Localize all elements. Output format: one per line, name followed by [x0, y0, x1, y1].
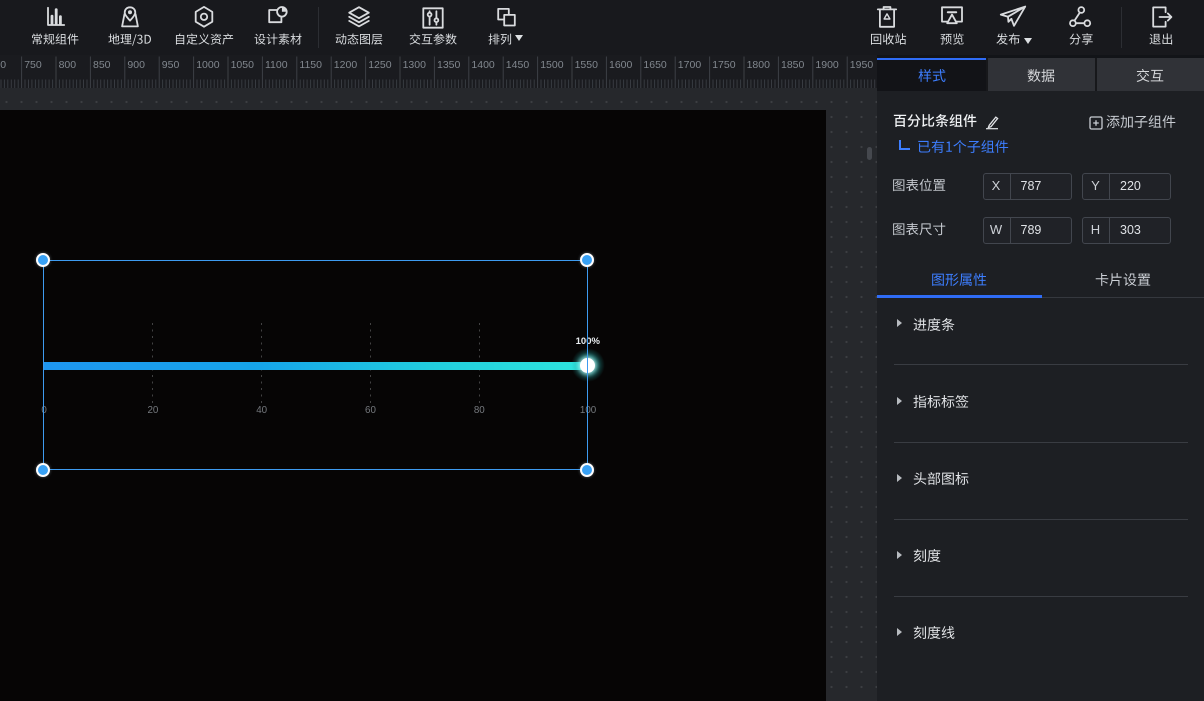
svg-text:1450: 1450	[506, 59, 530, 71]
svg-text:1000: 1000	[196, 59, 220, 71]
svg-text:1300: 1300	[403, 59, 427, 71]
svg-text:1200: 1200	[334, 59, 358, 71]
svg-text:0: 0	[0, 59, 6, 71]
svg-text:1550: 1550	[575, 59, 599, 71]
svg-text:1250: 1250	[368, 59, 392, 71]
svg-text:1500: 1500	[540, 59, 564, 71]
svg-text:1150: 1150	[299, 59, 322, 71]
svg-text:1950: 1950	[850, 59, 874, 71]
svg-text:1750: 1750	[712, 59, 736, 71]
svg-text:1800: 1800	[747, 59, 771, 71]
svg-text:900: 900	[127, 59, 145, 71]
svg-text:950: 950	[162, 59, 180, 71]
svg-text:1100: 1100	[265, 59, 288, 71]
svg-text:750: 750	[24, 59, 42, 71]
svg-text:1900: 1900	[815, 59, 839, 71]
svg-text:1700: 1700	[678, 59, 702, 71]
svg-text:800: 800	[59, 59, 77, 71]
svg-text:850: 850	[93, 59, 111, 71]
svg-text:1350: 1350	[437, 59, 461, 71]
svg-text:1400: 1400	[471, 59, 495, 71]
svg-text:1600: 1600	[609, 59, 633, 71]
svg-text:1650: 1650	[643, 59, 667, 71]
svg-text:1050: 1050	[231, 59, 255, 71]
svg-text:1850: 1850	[781, 59, 805, 71]
